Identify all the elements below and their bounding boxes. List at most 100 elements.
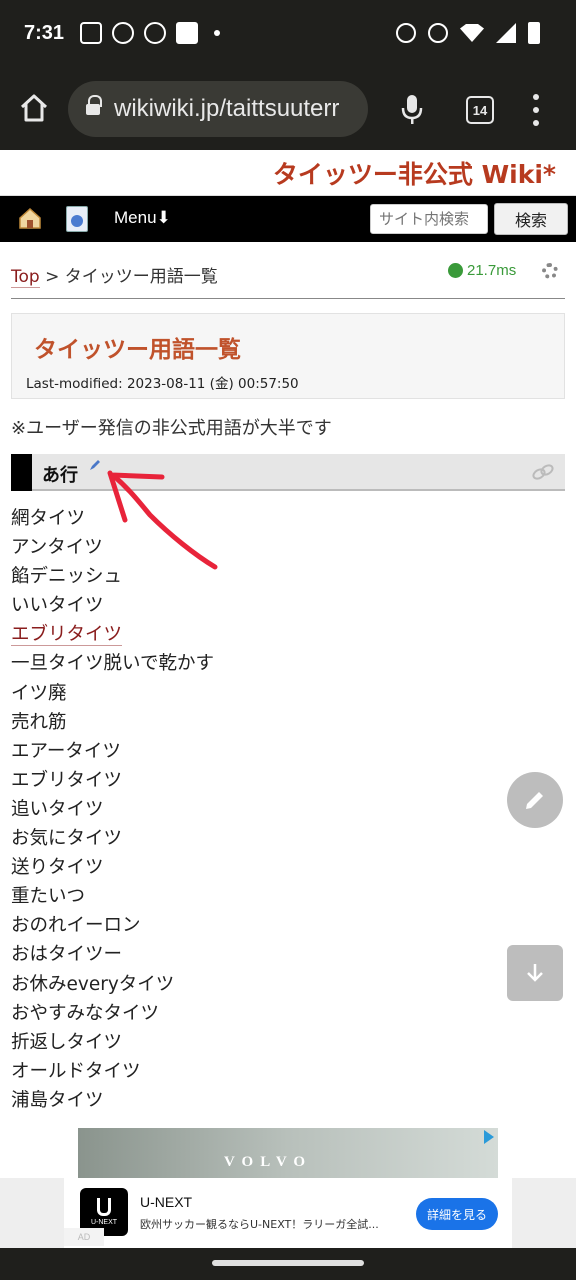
ad-title: U-NEXT — [140, 1194, 193, 1210]
term-text: 網タイツ — [11, 508, 86, 529]
term-item: 重たいつ — [11, 882, 214, 911]
term-text: 重たいつ — [11, 886, 86, 908]
divider — [11, 298, 565, 299]
navigation-bar — [0, 1248, 576, 1280]
cat-icon — [144, 22, 166, 44]
tab-switcher-button[interactable]: 14 — [466, 96, 494, 124]
term-text: 一旦タイツ脱いで乾かす — [11, 653, 214, 675]
signal-icon — [496, 23, 516, 43]
menu-button[interactable]: Menu⬇ — [114, 208, 171, 228]
home-icon[interactable] — [18, 92, 50, 124]
page-search-icon[interactable] — [66, 206, 88, 232]
term-text: アンタイツ — [11, 537, 103, 559]
app-icon — [176, 22, 198, 44]
term-text: 送りタイツ — [11, 857, 104, 879]
dot-icon — [214, 30, 220, 36]
term-text: 折返しタイツ — [11, 1031, 123, 1053]
term-item: お休みeveryタイツ — [11, 970, 214, 999]
term-item: 追いタイツ — [11, 795, 214, 824]
load-time-value: 21.7ms — [467, 262, 517, 279]
term-item: イツ廃 — [11, 679, 214, 708]
term-text: 追いタイツ — [11, 798, 104, 820]
browser-toolbar: wikiwiki.jp/taittsuuterr 14 — [0, 70, 576, 150]
lock-icon — [86, 95, 102, 117]
breadcrumb-current: タイッツー用語一覧 — [64, 267, 218, 287]
ad-cta-button[interactable]: 詳細を見る — [416, 1198, 498, 1230]
section-header-bar — [11, 454, 32, 491]
term-item: いいタイツ — [11, 591, 214, 620]
term-text: エブリタイツ — [11, 769, 123, 791]
term-link[interactable]: エブリタイツ — [11, 624, 123, 647]
breadcrumb: Top > タイッツー用語一覧 — [11, 262, 218, 288]
term-item: 折返しタイツ — [11, 1028, 214, 1057]
term-item: おのれイーロン — [11, 911, 214, 940]
term-text: オールドタイツ — [11, 1060, 141, 1082]
site-title[interactable]: タイッツー非公式 Wiki* — [273, 155, 556, 191]
load-time: 21.7ms — [448, 262, 516, 279]
term-text: いいタイツ — [11, 595, 104, 617]
term-item: お気にタイツ — [11, 824, 214, 853]
term-item: 送りタイツ — [11, 853, 214, 882]
dnd-icon — [428, 23, 448, 43]
term-item: 餡デニッシュ — [11, 562, 214, 591]
section-header: あ行 — [11, 454, 565, 491]
term-text: おのれイーロン — [11, 915, 141, 937]
site-home-icon[interactable] — [18, 206, 42, 230]
term-item[interactable]: エブリタイツ — [11, 620, 214, 649]
edit-pencil-icon[interactable] — [89, 459, 101, 471]
term-item: おはタイツー — [11, 940, 214, 969]
gear-icon[interactable] — [542, 263, 558, 279]
microphone-icon[interactable] — [400, 94, 424, 126]
term-item: エブリタイツ — [11, 766, 214, 795]
ad-label: AD — [64, 1228, 104, 1246]
term-text: エアータイツ — [11, 740, 121, 762]
ad-banner-image[interactable]: VOLVO — [78, 1128, 498, 1178]
term-list: 網タイツ アンタイツ 餡デニッシュ いいタイツ エブリタイツ 一旦タイツ脱いで乾かす イツ廃… — [11, 504, 214, 1115]
breadcrumb-top-link[interactable]: Top — [11, 267, 40, 288]
term-text: お休みeveryタイツ — [11, 973, 175, 995]
term-text: 餡デニッシュ — [11, 566, 123, 588]
more-menu-icon[interactable] — [530, 94, 542, 126]
term-item: 網タイツ — [11, 504, 214, 533]
nav-bar: Menu⬇ 検索 — [0, 196, 576, 242]
term-text: イツ廃 — [11, 682, 67, 704]
status-time: 7:31 — [24, 22, 65, 44]
term-text: お気にタイツ — [11, 828, 123, 850]
mail-icon — [80, 22, 102, 44]
floating-edit-button[interactable] — [507, 772, 563, 828]
last-modified: Last-modified: 2023-08-11 (金) 00:57:50 — [26, 376, 299, 392]
section-title: あ行 — [42, 465, 78, 486]
site-header: タイッツー非公式 Wiki* — [0, 150, 576, 196]
speed-icon — [448, 263, 463, 278]
url-text: wikiwiki.jp/taittsuuterr — [114, 95, 340, 122]
url-bar[interactable]: wikiwiki.jp/taittsuuterr — [68, 81, 368, 137]
ad-card[interactable]: U-NEXT U-NEXT 欧州サッカー観るならU-NEXT！ラリーガ全試...… — [64, 1178, 512, 1248]
term-item: 浦島タイツ — [11, 1086, 214, 1115]
term-item: おやすみなタイツ — [11, 999, 214, 1028]
battery-icon — [528, 22, 540, 44]
term-text: おはタイツー — [11, 944, 123, 966]
wifi-icon — [460, 24, 484, 42]
term-item: オールドタイツ — [11, 1057, 214, 1086]
anchor-link-icon[interactable] — [531, 463, 555, 481]
site-search-input[interactable] — [370, 204, 488, 234]
pencil-icon — [526, 792, 543, 809]
home-gesture-pill[interactable] — [212, 1260, 364, 1266]
status-bar: 7:31 — [0, 0, 576, 70]
adchoices-icon[interactable] — [484, 1130, 494, 1144]
scroll-down-button[interactable] — [507, 945, 563, 1001]
system-icons — [396, 22, 540, 44]
arrow-down-icon — [527, 964, 543, 982]
ad-description: 欧州サッカー観るならU-NEXT！ラリーガ全試... — [140, 1218, 379, 1231]
term-item: 一旦タイツ脱いで乾かす — [11, 649, 214, 678]
search-button[interactable]: 検索 — [494, 203, 568, 235]
page-title-box: タイッツー用語一覧 Last-modified: 2023-08-11 (金) … — [11, 313, 565, 399]
page-note: ※ユーザー発信の非公式用語が大半です — [11, 418, 332, 439]
term-item: 売れ筋 — [11, 708, 214, 737]
term-item: アンタイツ — [11, 533, 214, 562]
term-text: 売れ筋 — [11, 711, 67, 733]
ad-logo-text: U-NEXT — [90, 1219, 118, 1226]
term-item: エアータイツ — [11, 737, 214, 766]
breadcrumb-separator: > — [39, 267, 65, 287]
ad-image-brand: VOLVO — [224, 1154, 313, 1170]
